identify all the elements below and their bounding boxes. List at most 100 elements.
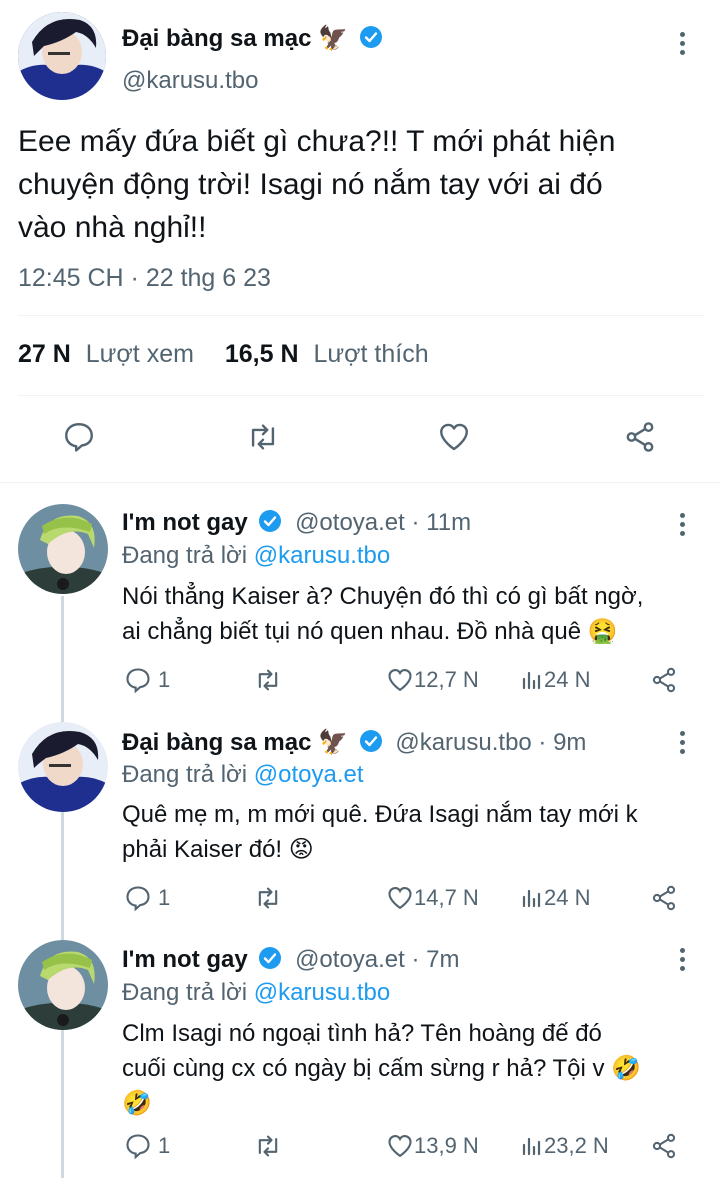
like-count[interactable]: 14,7 N [386,884,479,912]
share-icon[interactable] [623,420,657,454]
share-icon [652,1133,676,1159]
divider [18,315,704,316]
verified-badge-icon [259,947,282,969]
like-count-value: 13,9 N [414,1133,479,1158]
reply-avatar[interactable] [18,940,108,1030]
tweet-text-line: vào nhà nghỉ!! [18,211,207,244]
reply-count-value: 1 [158,885,171,910]
author-handle[interactable]: @karusu.tbo [122,67,258,95]
reply-count-value: 1 [158,667,171,692]
reply-handle-time[interactable]: @otoya.et · 11m [295,509,471,536]
like-count[interactable]: 13,9 N [386,1132,479,1160]
view-count-value: 24 N [544,885,591,910]
views-chart-icon [522,671,541,690]
more-options-icon[interactable] [680,948,688,975]
likes-label[interactable]: Lượt thích [314,340,429,368]
like-icon [388,669,412,692]
thread-line [61,596,64,1178]
views-chart-icon [522,1137,541,1156]
reply-text-line: phải Kaiser đó! 😡 [122,836,314,863]
retweet-icon[interactable] [245,420,281,454]
reply-handle-time[interactable]: @otoya.et · 7m [295,946,459,973]
reply-count[interactable]: 1 [124,1132,170,1160]
replying-prefix: Đang trả lời [122,979,248,1006]
share-icon [652,885,676,911]
eagle-emoji: 🦅 [318,25,348,52]
share-icon [652,667,676,693]
author-avatar[interactable] [18,12,106,100]
reply-count-value: 1 [158,1133,171,1158]
reply-icon[interactable] [62,420,96,454]
like-count[interactable]: 12,7 N [386,666,479,694]
reply-text-line: cuối cùng cx có ngày bị cấm sừng r hả? T… [122,1055,642,1082]
author-name[interactable]: Đại bàng sa mạc 🦅 [122,24,383,53]
like-icon [388,1135,412,1158]
reply-avatar[interactable] [18,504,108,594]
views-chart-icon [522,889,541,908]
tweet-text-line: chuyện động trời! Isagi nó nắm tay với a… [18,168,603,201]
reply-avatar[interactable] [18,722,108,812]
reply-author-name[interactable]: I'm not gay @otoya.et · 11m [122,509,471,537]
reply-count[interactable]: 1 [124,884,170,912]
like-icon [388,887,412,910]
reply-author-name-text: I'm not gay [122,946,248,973]
reply-text-line: ai chẳng biết tụi nó quen nhau. Đồ nhà q… [122,618,618,645]
tweet-text: Eee mấy đứa biết gì chưa?!! T mới phát h… [18,120,615,249]
retweet-button[interactable] [254,884,282,912]
divider [0,482,720,483]
share-button[interactable] [650,666,678,694]
replying-to: Đang trả lời @karusu.tbo [122,979,390,1007]
replying-to: Đang trả lời @karusu.tbo [122,542,390,570]
reply-text-line: 🤣 [122,1090,152,1117]
tweet-stats: 27 N Lượt xem 16,5 N Lượt thích [18,340,429,369]
replying-to-link[interactable]: @karusu.tbo [254,979,390,1006]
replying-to-link[interactable]: @karusu.tbo [254,542,390,569]
reply-text-line: Clm Isagi nó ngoại tình hả? Tên hoàng đế… [122,1020,602,1047]
more-options-icon[interactable] [680,731,688,758]
retweet-icon [258,669,278,691]
reply-count[interactable]: 1 [124,666,170,694]
reply-text: Clm Isagi nó ngoại tình hả? Tên hoàng đế… [122,1016,641,1121]
reply-text-line: Nói thẳng Kaiser à? Chuyện đó thì có gì … [122,583,644,610]
more-options-icon[interactable] [680,513,688,540]
eagle-emoji: 🦅 [318,729,348,756]
replying-prefix: Đang trả lời [122,761,248,788]
replying-prefix: Đang trả lời [122,542,248,569]
reply-author-name[interactable]: I'm not gay @otoya.et · 7m [122,946,460,974]
retweet-button[interactable] [254,1132,282,1160]
reply-icon [126,1134,150,1160]
view-count-value: 24 N [544,667,591,692]
like-icon[interactable] [436,420,472,454]
share-button[interactable] [650,884,678,912]
more-options-icon[interactable] [680,32,688,59]
tweet-text-line: Eee mấy đứa biết gì chưa?!! T mới phát h… [18,125,616,158]
retweet-button[interactable] [254,666,282,694]
retweet-icon [258,887,278,909]
like-count-value: 12,7 N [414,667,479,692]
view-count[interactable]: 23,2 N [520,1132,609,1160]
view-count[interactable]: 24 N [520,666,590,694]
view-count[interactable]: 24 N [520,884,590,912]
views-count: 27 N [18,340,71,368]
reply-icon [126,668,150,694]
divider [18,395,704,396]
share-button[interactable] [650,1132,678,1160]
verified-badge-icon [359,26,382,48]
verified-badge-icon [259,510,282,532]
retweet-icon [258,1135,278,1157]
verified-badge-icon [359,730,382,752]
author-name-text: Đại bàng sa mạc [122,25,312,52]
replying-to-link[interactable]: @otoya.et [254,761,364,788]
views-label[interactable]: Lượt xem [86,340,194,368]
reply-text: Nói thẳng Kaiser à? Chuyện đó thì có gì … [122,579,643,649]
reply-author-name-text: I'm not gay [122,509,248,536]
reply-author-name-text: Đại bàng sa mạc [122,729,312,756]
reply-handle-time[interactable]: @karusu.tbo · 9m [395,729,586,756]
reply-text: Quê mẹ m, m mới quê. Đứa Isagi nắm tay m… [122,797,638,867]
likes-count: 16,5 N [224,340,299,368]
like-count-value: 14,7 N [414,885,479,910]
tweet-timestamp[interactable]: 12:45 CH · 22 thg 6 23 [18,264,271,293]
reply-author-name[interactable]: Đại bàng sa mạc 🦅 @karusu.tbo · 9m [122,728,586,757]
reply-icon [126,886,150,912]
reply-text-line: Quê mẹ m, m mới quê. Đứa Isagi nắm tay m… [122,801,638,828]
